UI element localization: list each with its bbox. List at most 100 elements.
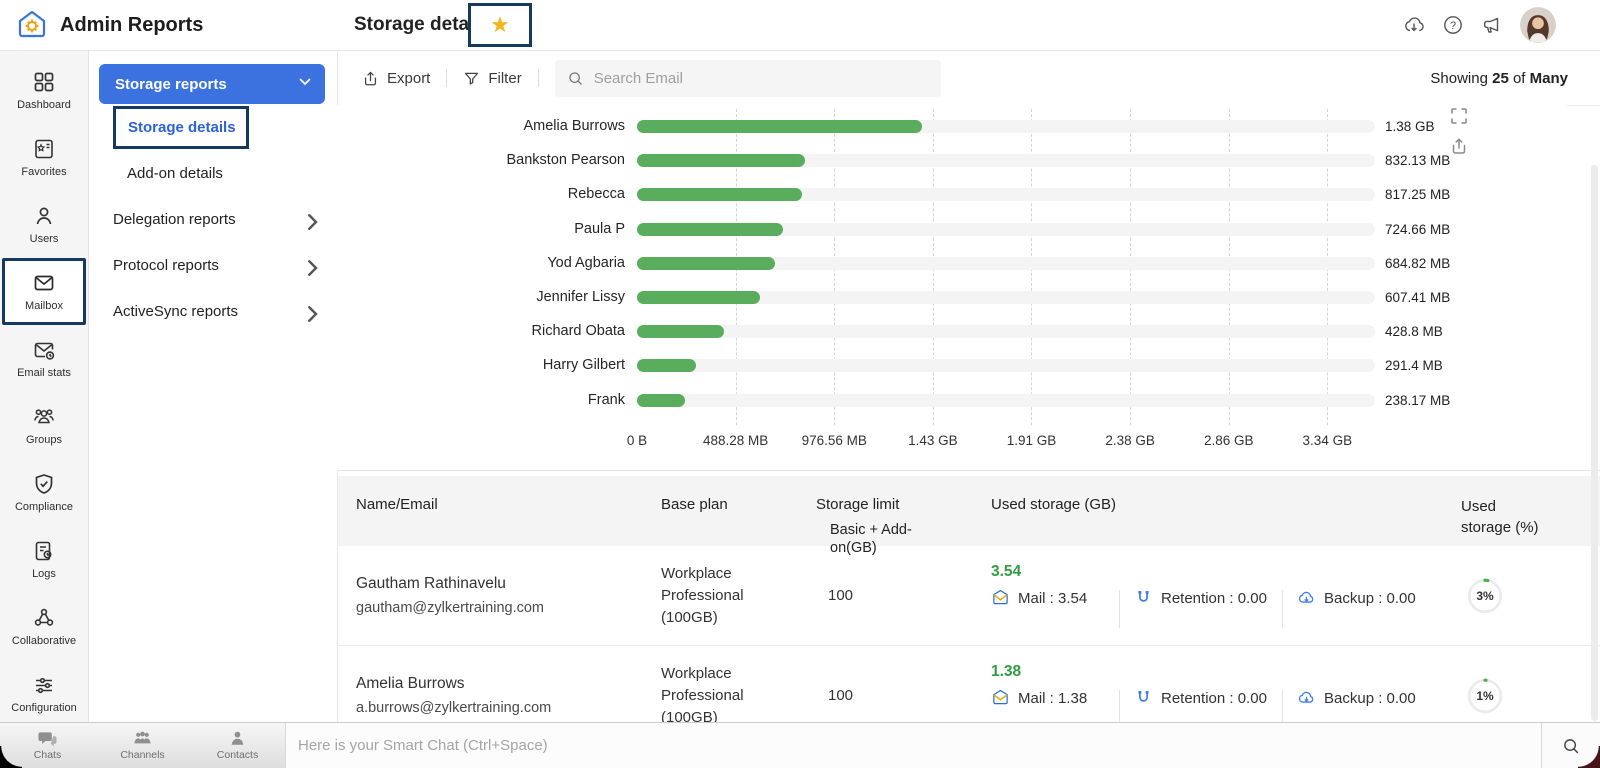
sidebar-item-configuration[interactable]: Configuration (0, 660, 88, 727)
chart-row: Richard Obata428.8 MB (337, 323, 1567, 339)
chart-bar-value: 238.17 MB (1385, 393, 1450, 408)
submenu-item-storage-details[interactable]: Storage details (113, 106, 249, 149)
user-email: a.burrows@zylkertraining.com (356, 700, 661, 716)
chart-bar-track (637, 394, 1375, 407)
chart-bar-label: Harry Gilbert (337, 357, 625, 373)
submenu-item-label: Add-on details (127, 165, 223, 182)
screen-corner-left (0, 746, 22, 768)
mailbox-icon (32, 271, 56, 295)
table-row[interactable]: Amelia Burrowsa.burrows@zylkertraining.c… (338, 646, 1600, 722)
search-email-input[interactable] (594, 70, 929, 87)
sidebar-item-collaborative[interactable]: Collaborative (0, 593, 88, 660)
chart-bar-label: Frank (337, 392, 625, 408)
mail-usage-label: Mail : 1.38 (1018, 690, 1087, 707)
avatar[interactable] (1520, 7, 1556, 43)
sidebar-item-users[interactable]: Users (0, 191, 88, 258)
sidebar-item-groups[interactable]: Groups (0, 392, 88, 459)
chart-bar-value: 684.82 MB (1385, 256, 1450, 271)
chart-axis-tick-label: 1.91 GB (1007, 433, 1057, 448)
annotation-box-star: ★ (468, 3, 532, 47)
contacts-icon (228, 731, 247, 747)
submenu-group-storage-reports[interactable]: Storage reports (99, 64, 325, 104)
backup-usage: Backup : 0.00 (1297, 588, 1417, 610)
chart-bar-track (637, 257, 1375, 270)
sidebar-item-label: Mailbox (25, 300, 63, 312)
sidebar-item-dashboard[interactable]: Dashboard (0, 57, 88, 124)
chart-axis-tick-label: 2.86 GB (1204, 433, 1254, 448)
table-row[interactable]: Gautham Rathinavelugautham@zylkertrainin… (338, 546, 1600, 646)
submenu-group-label: Delegation reports (113, 211, 236, 228)
chart-bar-label: Richard Obata (337, 323, 625, 339)
table-header: Name/Email Base plan Storage limit Basic… (338, 476, 1600, 546)
vertical-scrollbar[interactable] (1591, 165, 1598, 721)
submenu-group-protocol-reports[interactable]: Protocol reports (89, 245, 337, 285)
svg-text:?: ? (1450, 20, 1456, 32)
chart-bar-fill (637, 257, 775, 270)
toolbar-separator (446, 69, 447, 87)
sidebar-item-label: Groups (26, 434, 62, 446)
chart-bar-label: Jennifer Lissy (337, 289, 625, 305)
used-storage-cell: 3.54Mail : 3.54Retention : 0.00Backup : … (991, 546, 1461, 645)
app-title: Admin Reports (60, 14, 203, 37)
submenu-item-label: Storage details (128, 119, 236, 136)
sidebar-item-label: Users (30, 233, 59, 245)
search-icon (567, 70, 584, 87)
chart-bar-fill (637, 154, 805, 167)
used-total-gb: 3.54 (991, 563, 1461, 581)
chart-row: Frank 238.17 MB (337, 392, 1567, 408)
chart-bar-value: 817.25 MB (1385, 187, 1450, 202)
filter-button[interactable]: Filter (463, 70, 521, 87)
chart-bar-label: Amelia Burrows (337, 118, 625, 134)
magnet-icon (1134, 588, 1153, 607)
chart-axis-tick-label: 488.28 MB (703, 433, 768, 448)
chart-bar-fill (637, 291, 760, 304)
groups-icon (32, 405, 56, 429)
chart-bar-track (637, 154, 1375, 167)
bottombar-contacts-button[interactable]: Contacts (190, 723, 285, 768)
sidebar-item-label: Collaborative (12, 635, 76, 647)
screen-corner-right (1578, 746, 1600, 768)
help-icon[interactable]: ? (1442, 14, 1464, 36)
sidebar-item-favorites[interactable]: Favorites (0, 124, 88, 191)
used-percent-cell: 3% (1461, 546, 1600, 645)
export-button[interactable]: Export (362, 70, 430, 87)
sidebar-item-compliance[interactable]: Compliance (0, 459, 88, 526)
toolbar-separator (538, 69, 539, 87)
download-reports-icon[interactable] (1403, 14, 1425, 36)
submenu-group-activesync-reports[interactable]: ActiveSync reports (89, 291, 337, 331)
smart-chat-input[interactable] (286, 723, 1541, 768)
submenu-group-delegation-reports[interactable]: Delegation reports (89, 199, 337, 239)
announcement-megaphone-icon[interactable] (1481, 14, 1503, 36)
base-plan-cell: Workplace Professional (100GB) (661, 646, 816, 722)
bottombar-item-label: Contacts (217, 749, 258, 761)
bottombar-channels-button[interactable]: Channels (95, 723, 190, 768)
chart-bar-label: Rebecca (337, 186, 625, 202)
filter-label: Filter (488, 70, 521, 87)
magnet-icon (1134, 688, 1153, 707)
channels-icon (133, 731, 152, 747)
storage-limit-cell: 100 (816, 646, 991, 722)
storage-limit-cell: 100 (816, 546, 991, 645)
sidebar-item-label: Dashboard (17, 99, 71, 111)
filter-icon (463, 70, 480, 87)
chevron-right-icon (307, 259, 319, 271)
submenu-item-add-on-details[interactable]: Add-on details (89, 153, 337, 193)
logs-icon (32, 539, 56, 563)
submenu-group-label: Protocol reports (113, 257, 219, 274)
chart-bar-track (637, 120, 1375, 133)
chart-bar-track (637, 291, 1375, 304)
sidebar-item-mailbox[interactable]: Mailbox (2, 258, 86, 325)
chart-row: Bankston Pearson832.13 MB (337, 152, 1567, 168)
collaborative-icon (32, 606, 56, 630)
brand: Admin Reports (14, 7, 203, 43)
user-email: gautham@zylkertraining.com (356, 600, 661, 616)
sidebar-item-email-stats[interactable]: Email stats (0, 325, 88, 392)
showing-count: Showing 25 of Many (1430, 70, 1568, 87)
mail-usage-label: Mail : 3.54 (1018, 590, 1087, 607)
chart-row: Rebecca 817.25 MB (337, 186, 1567, 202)
chart-row: Harry Gilbert291.4 MB (337, 357, 1567, 373)
favorite-star-icon[interactable]: ★ (490, 14, 510, 36)
chats-icon (38, 731, 57, 747)
backup-cloud-icon (1297, 588, 1316, 607)
sidebar-item-logs[interactable]: Logs (0, 526, 88, 593)
